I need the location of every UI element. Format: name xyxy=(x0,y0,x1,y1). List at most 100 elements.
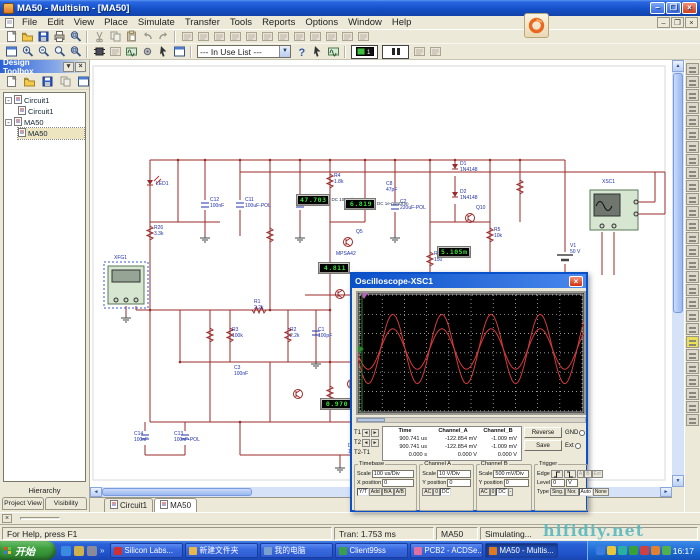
spreadsheet-close-button[interactable]: × xyxy=(2,514,12,523)
scroll-down-arrow[interactable]: ▼ xyxy=(672,475,684,487)
tab-project-view[interactable]: Project View xyxy=(2,497,44,510)
menu-simulate[interactable]: Simulate xyxy=(133,17,180,28)
instrument-icon[interactable] xyxy=(686,388,699,400)
tree-node-circuit1[interactable]: -Circuit1 xyxy=(5,95,84,106)
ground-radio[interactable]: GND xyxy=(565,430,585,436)
taskbar-task[interactable]: MA50 - Multis... xyxy=(485,543,558,558)
taskbar-task[interactable]: 新建文件夹 xyxy=(185,543,258,558)
timebase-mode-ba[interactable]: B/A xyxy=(382,488,394,496)
timebase-scale-value[interactable]: 100 us/Div xyxy=(372,470,415,478)
instrument-icon[interactable] xyxy=(686,375,699,387)
instrument-icon[interactable] xyxy=(686,167,699,179)
instrument-icon[interactable] xyxy=(686,414,699,426)
tray-icon[interactable] xyxy=(651,546,660,555)
reverse-button[interactable]: Reverse xyxy=(524,427,562,438)
design-toolbox-titlebar[interactable]: Design Toolbox ▾ × xyxy=(0,60,89,73)
instrument-icon[interactable] xyxy=(686,154,699,166)
start-button[interactable]: 开始 xyxy=(0,541,56,560)
cursor-left-arrow[interactable]: ◄ xyxy=(362,429,370,437)
taskbar-task[interactable]: Client99ss xyxy=(335,543,408,558)
cursor-right-arrow[interactable]: ► xyxy=(371,439,379,447)
help-icon[interactable]: ? xyxy=(293,45,309,59)
zoom-in-icon[interactable] xyxy=(19,45,35,59)
menu-window[interactable]: Window xyxy=(343,17,387,28)
timebase-mode-add[interactable]: Add xyxy=(369,488,382,496)
instrument-icon[interactable] xyxy=(686,349,699,361)
oscilloscope-close-button[interactable]: × xyxy=(569,276,583,287)
print-preview-icon[interactable] xyxy=(67,30,83,44)
trigger-level-value[interactable]: 0 xyxy=(551,479,565,487)
expand-icon[interactable]: - xyxy=(5,97,12,104)
channel-b-mode-dc[interactable]: DC xyxy=(496,488,507,496)
options-icon[interactable] xyxy=(139,45,155,59)
canvas-vertical-scrollbar[interactable]: ▲ ▼ xyxy=(672,60,684,487)
ext-radio[interactable]: Ext xyxy=(565,443,581,449)
menu-transfer[interactable]: Transfer xyxy=(180,17,225,28)
new-sheet-icon[interactable] xyxy=(75,74,91,88)
trigger-type-auto[interactable]: Auto xyxy=(579,488,593,496)
cursor-left-arrow[interactable]: ◄ xyxy=(362,439,370,447)
menu-file[interactable]: File xyxy=(17,17,42,28)
in-use-list-dropdown[interactable]: --- In Use List ---▼ xyxy=(197,45,291,58)
scroll-up-arrow[interactable]: ▲ xyxy=(672,60,684,72)
tree-leaf-circuit1[interactable]: Circuit1 xyxy=(18,106,84,117)
scroll-left-arrow[interactable]: ◄ xyxy=(90,487,102,497)
taskbar-task[interactable]: Silicon Labs... xyxy=(110,543,183,558)
expand-icon[interactable]: - xyxy=(5,119,12,126)
splitter-handle[interactable] xyxy=(20,517,60,520)
vertical-scroll-thumb[interactable] xyxy=(673,73,683,313)
oscilloscope-scroll-thumb[interactable] xyxy=(357,418,385,422)
rising-edge-button[interactable] xyxy=(551,470,563,478)
instrument-icon[interactable] xyxy=(686,206,699,218)
run-simulation-button[interactable]: 1 xyxy=(351,45,378,59)
tree-node-ma50[interactable]: -MA50 xyxy=(5,117,84,128)
tray-icon[interactable] xyxy=(618,546,627,555)
channel-a-mode-dc[interactable]: DC xyxy=(440,488,451,496)
oscilloscope-scrollbar[interactable] xyxy=(356,417,586,423)
instrument-icon[interactable] xyxy=(686,336,699,348)
horizontal-scroll-thumb[interactable] xyxy=(102,488,252,496)
pause-simulation-button[interactable] xyxy=(382,45,409,59)
menu-place[interactable]: Place xyxy=(99,17,133,28)
channel-b-mode-[interactable]: - xyxy=(508,488,514,496)
print-icon[interactable] xyxy=(51,30,67,44)
cursor-right-arrow[interactable]: ► xyxy=(371,429,379,437)
maximize-button[interactable]: ❐ xyxy=(666,2,681,14)
timebase-mode-yt[interactable]: Y/T xyxy=(357,488,369,496)
menu-reports[interactable]: Reports xyxy=(257,17,300,28)
tray-icon[interactable] xyxy=(662,546,671,555)
taskbar-task[interactable]: 我的电脑 xyxy=(260,543,333,558)
channel-b-ypos-value[interactable]: 0 xyxy=(504,479,529,487)
instrument-icon[interactable] xyxy=(686,284,699,296)
instrument-icon[interactable] xyxy=(686,297,699,309)
mdi-close-button[interactable]: × xyxy=(685,17,698,28)
instrument-icon[interactable] xyxy=(686,76,699,88)
minimize-button[interactable]: – xyxy=(650,2,665,14)
copy-sheet-icon[interactable] xyxy=(57,74,73,88)
instrument-icon[interactable] xyxy=(686,141,699,153)
instrument-icon[interactable] xyxy=(686,193,699,205)
channel-a-mode-0[interactable]: 0 xyxy=(433,488,440,496)
zoom-area-icon[interactable] xyxy=(51,45,67,59)
oscilloscope-window[interactable]: Oscilloscope-XSC1 × T1◄►T2◄►T2-T1 TimeCh… xyxy=(350,272,588,512)
panel-close-button[interactable]: × xyxy=(75,62,86,72)
instrument-icon[interactable] xyxy=(686,323,699,335)
quick-launch-expand-icon[interactable]: » xyxy=(100,546,104,555)
menu-options[interactable]: Options xyxy=(300,17,343,28)
channel-a-mode-ac[interactable]: AC xyxy=(422,488,433,496)
trigger-type-nor[interactable]: Nor. xyxy=(565,488,578,496)
instrument-icon[interactable] xyxy=(686,362,699,374)
trigger-type-none[interactable]: None xyxy=(593,488,609,496)
edit-mode-icon[interactable] xyxy=(309,45,325,59)
timebase-mode-ab[interactable]: A/B xyxy=(394,488,406,496)
instrument-icon[interactable] xyxy=(686,102,699,114)
trigger-level-unit[interactable]: V xyxy=(566,479,578,487)
scroll-right-arrow[interactable]: ► xyxy=(660,487,672,497)
timebase-xpos-value[interactable]: 0 xyxy=(382,479,414,487)
instrument-icon[interactable] xyxy=(686,180,699,192)
save-icon[interactable] xyxy=(35,30,51,44)
trigger-type-sing[interactable]: Sing. xyxy=(550,488,565,496)
instrument-icon[interactable] xyxy=(686,89,699,101)
menu-view[interactable]: View xyxy=(69,17,99,28)
close-button[interactable]: × xyxy=(682,2,697,14)
